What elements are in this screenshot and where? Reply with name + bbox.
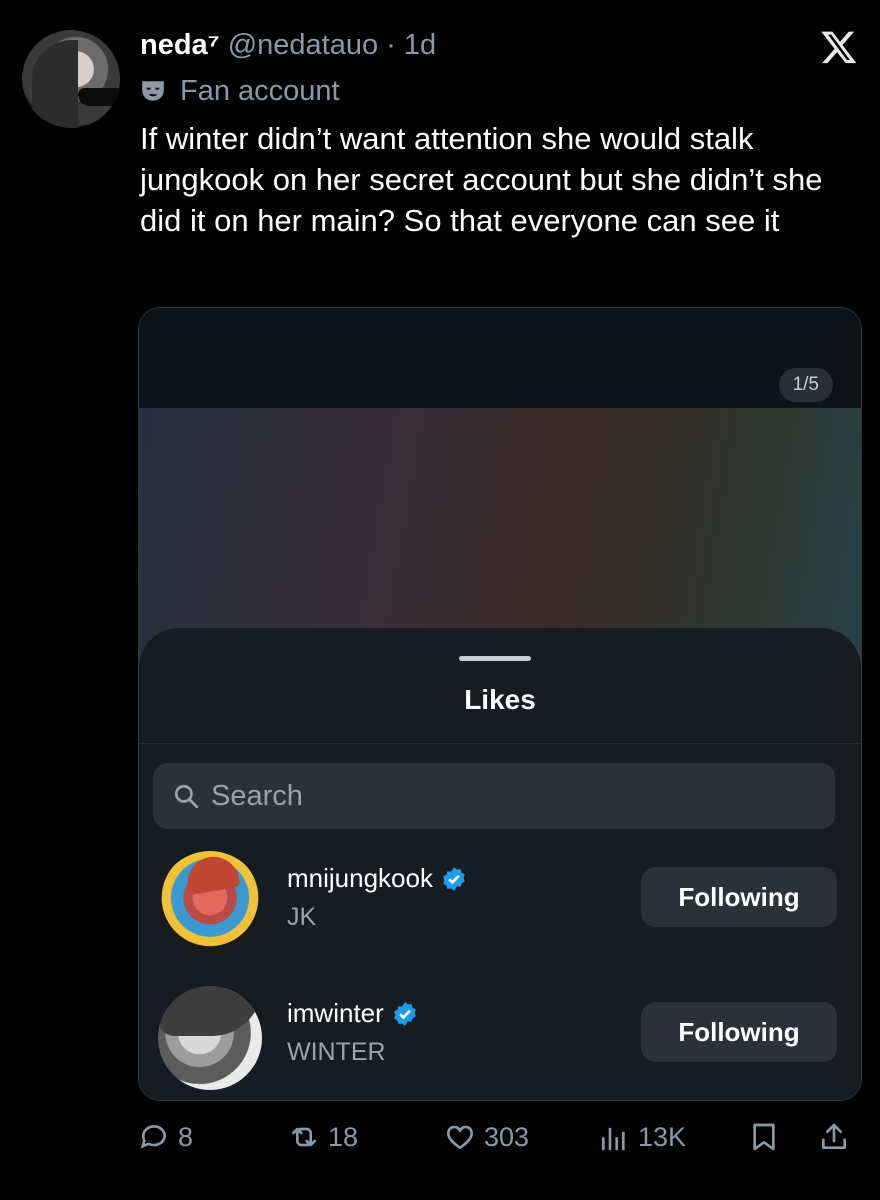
views-icon <box>602 1127 625 1151</box>
verified-badge-icon <box>443 866 465 891</box>
sheet-divider <box>139 743 861 744</box>
mask-icon <box>142 81 164 101</box>
reply-count: 8 <box>178 1121 194 1152</box>
tweet-timestamp[interactable]: · 1d <box>386 29 436 61</box>
bookmark-action[interactable] <box>748 1115 780 1159</box>
search-placeholder: Search <box>211 779 303 812</box>
user-avatar[interactable] <box>158 851 262 955</box>
user-display-name: JK <box>287 903 317 931</box>
like-count: 303 <box>484 1121 530 1152</box>
search-input[interactable]: Search <box>153 763 835 829</box>
likes-sheet: Likes Search mnijungkook JK Following im… <box>139 628 861 1100</box>
avatar-hair-shape <box>183 852 241 896</box>
reply-action[interactable]: 8 <box>138 1115 193 1159</box>
views-count: 13K <box>638 1121 687 1152</box>
verified-badge-icon <box>393 1001 416 1026</box>
views-action[interactable]: 13K <box>598 1115 686 1159</box>
reply-icon <box>140 1125 166 1149</box>
tweet-media-card[interactable]: 1/5 Likes Search mnijungkook JK Followin… <box>138 307 862 1101</box>
like-icon <box>446 1125 474 1150</box>
avatar-hair-shape <box>32 40 78 128</box>
account-label: Fan account <box>140 72 340 110</box>
sheet-grabber[interactable] <box>459 656 531 661</box>
x-logo-icon <box>821 31 857 64</box>
like-action[interactable]: 303 <box>444 1115 529 1159</box>
like-user-row[interactable]: imwinter WINTER Following <box>139 986 861 1096</box>
repost-count: 18 <box>328 1121 359 1152</box>
share-action[interactable] <box>818 1115 850 1159</box>
tweet-page: neda⁷ @nedatauo · 1d Fan account If wint… <box>0 0 880 1200</box>
author-display-name[interactable]: neda⁷ <box>140 29 220 61</box>
media-top-bar <box>139 308 861 408</box>
account-label-text: Fan account <box>180 75 340 107</box>
bookmark-icon <box>753 1123 775 1151</box>
user-username[interactable]: mnijungkook <box>287 863 433 894</box>
repost-action[interactable]: 18 <box>288 1115 358 1159</box>
repost-icon <box>292 1127 316 1147</box>
tweet-actions-bar: 8 18 303 13K <box>138 1115 860 1159</box>
author-avatar[interactable] <box>22 30 120 128</box>
sheet-title: Likes <box>464 684 536 715</box>
user-avatar[interactable] <box>158 986 262 1090</box>
following-button[interactable]: Following <box>641 867 837 927</box>
user-username[interactable]: imwinter <box>287 998 384 1029</box>
author-handle[interactable]: @nedatauo <box>228 29 378 61</box>
user-username-line: mnijungkook <box>287 863 467 894</box>
tweet-header: neda⁷ @nedatauo · 1d <box>140 26 436 64</box>
avatar-sunglasses-shape <box>78 88 120 106</box>
search-icon <box>174 784 199 809</box>
following-button[interactable]: Following <box>641 1002 837 1062</box>
media-counter: 1/5 <box>778 368 833 402</box>
user-username-line: imwinter <box>287 998 418 1029</box>
share-icon <box>822 1123 846 1149</box>
tweet-body: If winter didn’t want attention she woul… <box>140 121 823 238</box>
like-user-row[interactable]: mnijungkook JK Following <box>139 851 861 961</box>
avatar-hair-shape <box>158 986 262 1036</box>
user-display-name: WINTER <box>287 1038 386 1066</box>
